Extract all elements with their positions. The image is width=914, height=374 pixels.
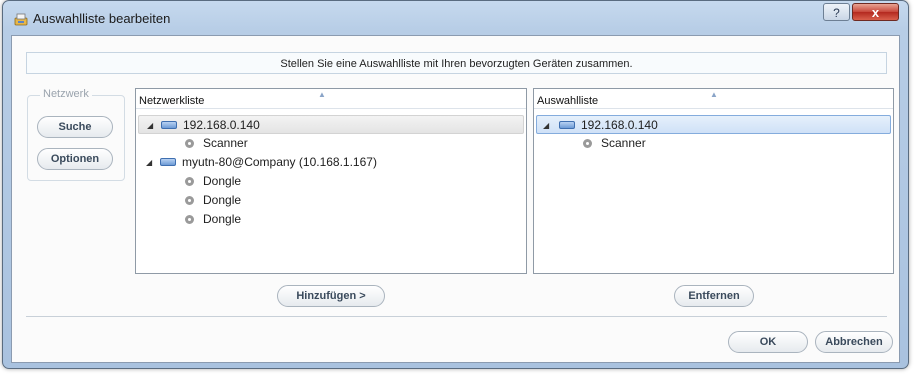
network-icon [160,158,176,166]
options-button[interactable]: Optionen [37,148,113,170]
app-icon [14,13,28,26]
add-button[interactable]: Hinzufügen > [277,285,385,307]
list-item-label: Dongle [203,212,242,226]
collapse-arrow-icon[interactable]: ◢ [543,116,549,135]
list-item-label: Dongle [203,193,242,207]
list-item[interactable]: Dongle [138,210,524,229]
selection-list-header-label: Auswahlliste [537,95,599,107]
cancel-button[interactable]: Abbrechen [815,331,893,353]
device-icon [583,139,592,148]
divider [26,316,887,317]
instruction-text: Stellen Sie eine Auswahlliste mit Ihren … [26,52,887,74]
list-item[interactable]: ◢ 192.168.0.140 [138,115,524,134]
list-item-label: 192.168.0.140 [183,118,260,132]
ok-button[interactable]: OK [728,331,808,353]
network-icon [559,121,575,129]
collapse-arrow-icon[interactable]: ◢ [146,153,152,172]
network-list-panel[interactable]: Netzwerkliste ▲ ◢ 192.168.0.140 Scanner … [135,88,527,274]
sort-arrow-icon: ▲ [710,90,718,99]
list-item-label: 192.168.0.140 [581,118,658,132]
dialog-window: Auswahlliste bearbeiten ? x Stellen Sie … [2,0,909,369]
remove-button[interactable]: Entfernen [674,285,754,307]
list-item-label: Scanner [601,136,646,150]
list-item-label: myutn-80@Company (10.168.1.167) [182,155,377,169]
list-item[interactable]: Dongle [138,191,524,210]
help-button[interactable]: ? [823,3,850,21]
search-button[interactable]: Suche [37,116,113,138]
device-icon [185,196,194,205]
network-group-label: Netzwerk [40,88,92,100]
list-item[interactable]: ◢ myutn-80@Company (10.168.1.167) [138,153,524,172]
title-bar[interactable]: Auswahlliste bearbeiten ? x [3,1,908,35]
dialog-body: Stellen Sie eine Auswahlliste mit Ihren … [11,35,900,363]
device-icon [185,177,194,186]
device-icon [185,139,194,148]
close-button[interactable]: x [852,3,899,21]
window-title: Auswahlliste bearbeiten [33,11,171,26]
device-icon [185,215,194,224]
sort-arrow-icon: ▲ [318,90,326,99]
list-item[interactable]: ◢ 192.168.0.140 [536,115,891,134]
selection-list-panel[interactable]: Auswahlliste ▲ ◢ 192.168.0.140 Scanner [533,88,894,274]
selection-list-header[interactable]: Auswahlliste ▲ [534,89,893,109]
list-item-label: Dongle [203,174,242,188]
list-item[interactable]: Scanner [536,134,891,153]
collapse-arrow-icon[interactable]: ◢ [147,116,153,135]
network-list-header[interactable]: Netzwerkliste ▲ [136,89,526,109]
network-icon [161,121,177,129]
list-item[interactable]: Dongle [138,172,524,191]
list-item-label: Scanner [203,136,248,150]
network-list-header-label: Netzwerkliste [139,95,205,107]
list-item[interactable]: Scanner [138,134,524,153]
